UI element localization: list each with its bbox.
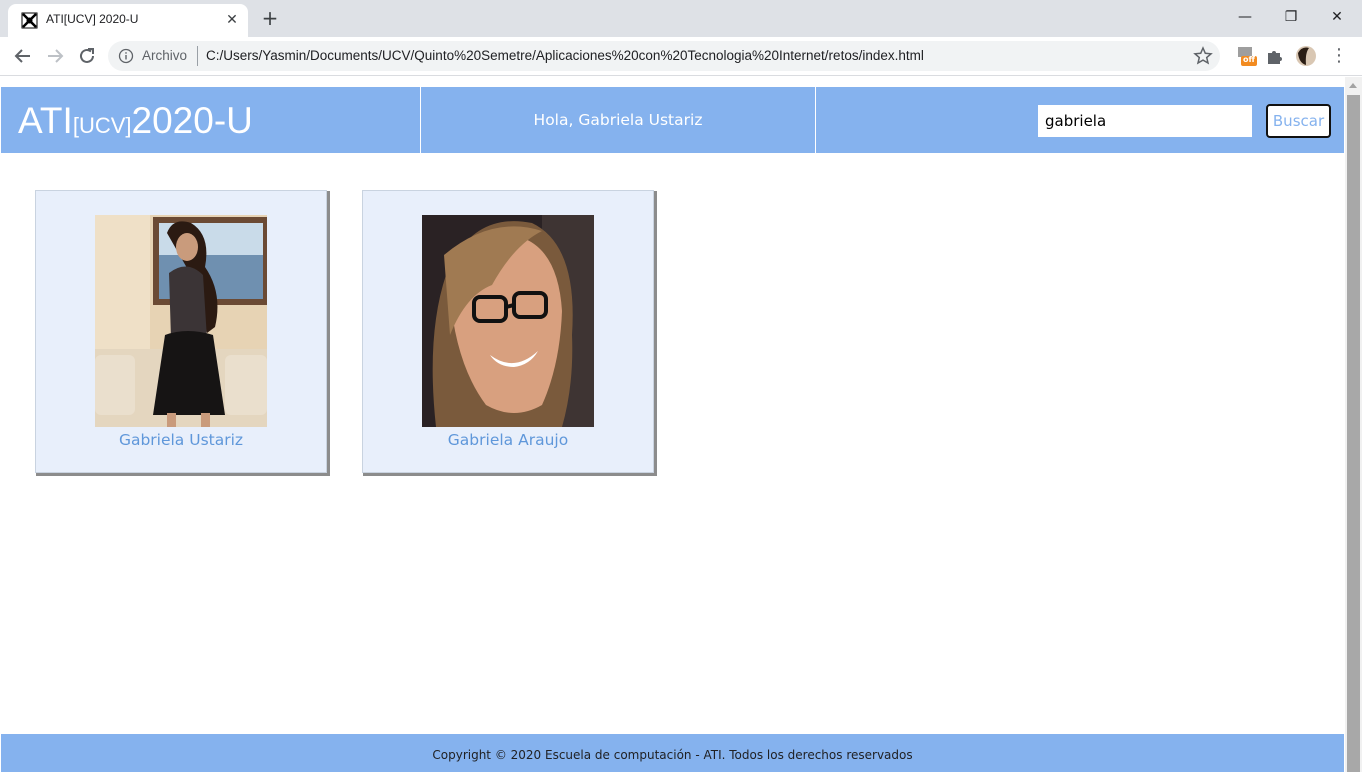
search-input[interactable]: [1038, 105, 1252, 137]
vertical-scrollbar[interactable]: [1345, 77, 1362, 772]
logo-sub: [UCV]: [72, 113, 132, 138]
bookmark-star-icon[interactable]: [1192, 45, 1214, 67]
user-greeting: Hola, Gabriela Ustariz: [533, 111, 703, 129]
profile-card[interactable]: Gabriela Araujo: [362, 190, 654, 473]
menu-kebab-icon[interactable]: ⋮: [1328, 45, 1350, 67]
forward-arrow-icon[interactable]: [42, 43, 68, 69]
tab-close-icon[interactable]: ✕: [223, 11, 241, 29]
copyright-text: Copyright © 2020 Escuela de computación …: [432, 748, 913, 762]
site-logo[interactable]: ATI[UCV]2020-U: [18, 100, 253, 142]
minimize-icon[interactable]: —: [1222, 5, 1268, 29]
page-viewport: ATI[UCV]2020-U Hola, Gabriela Ustariz Bu…: [0, 87, 1345, 772]
header-divider: [815, 87, 816, 153]
profile-card[interactable]: Gabriela Ustariz: [35, 190, 327, 473]
scroll-up-arrow-icon[interactable]: [1349, 83, 1357, 88]
logo-main: ATI: [18, 100, 73, 141]
info-icon[interactable]: [118, 48, 134, 64]
profile-photo[interactable]: [95, 215, 267, 427]
extensions-puzzle-icon[interactable]: [1264, 45, 1286, 67]
site-header: ATI[UCV]2020-U Hola, Gabriela Ustariz Bu…: [1, 87, 1344, 153]
url-text[interactable]: C:/Users/Yasmin/Documents/UCV/Quinto%20S…: [206, 48, 924, 63]
profile-avatar-icon[interactable]: [1295, 45, 1317, 67]
profile-photo[interactable]: [422, 215, 594, 427]
browser-toolbar: Archivo C:/Users/Yasmin/Documents/UCV/Qu…: [0, 37, 1362, 76]
logo-year: 2020-U: [131, 100, 253, 141]
address-bar[interactable]: Archivo C:/Users/Yasmin/Documents/UCV/Qu…: [108, 41, 1220, 71]
extension-badge: off: [1243, 55, 1255, 64]
restore-icon[interactable]: ❐: [1268, 5, 1314, 29]
reload-icon[interactable]: [74, 43, 100, 69]
profile-name-link[interactable]: Gabriela Ustariz: [36, 431, 326, 449]
new-tab-icon[interactable]: +: [258, 8, 282, 30]
back-arrow-icon[interactable]: [10, 43, 36, 69]
extension-off-icon[interactable]: off: [1236, 45, 1258, 67]
scroll-thumb[interactable]: [1347, 95, 1360, 772]
site-favicon-icon: [21, 12, 38, 29]
search-button[interactable]: Buscar: [1266, 104, 1331, 138]
browser-tabstrip: ATI[UCV] 2020-U ✕ + — ❐ ✕: [0, 0, 1362, 37]
browser-tab[interactable]: ATI[UCV] 2020-U ✕: [8, 4, 248, 37]
tab-title: ATI[UCV] 2020-U: [46, 12, 139, 26]
window-close-icon[interactable]: ✕: [1314, 5, 1360, 29]
scheme-label: Archivo: [142, 48, 188, 63]
address-separator: [197, 46, 198, 66]
profile-name-link[interactable]: Gabriela Araujo: [363, 431, 653, 449]
site-footer: Copyright © 2020 Escuela de computación …: [1, 734, 1344, 772]
